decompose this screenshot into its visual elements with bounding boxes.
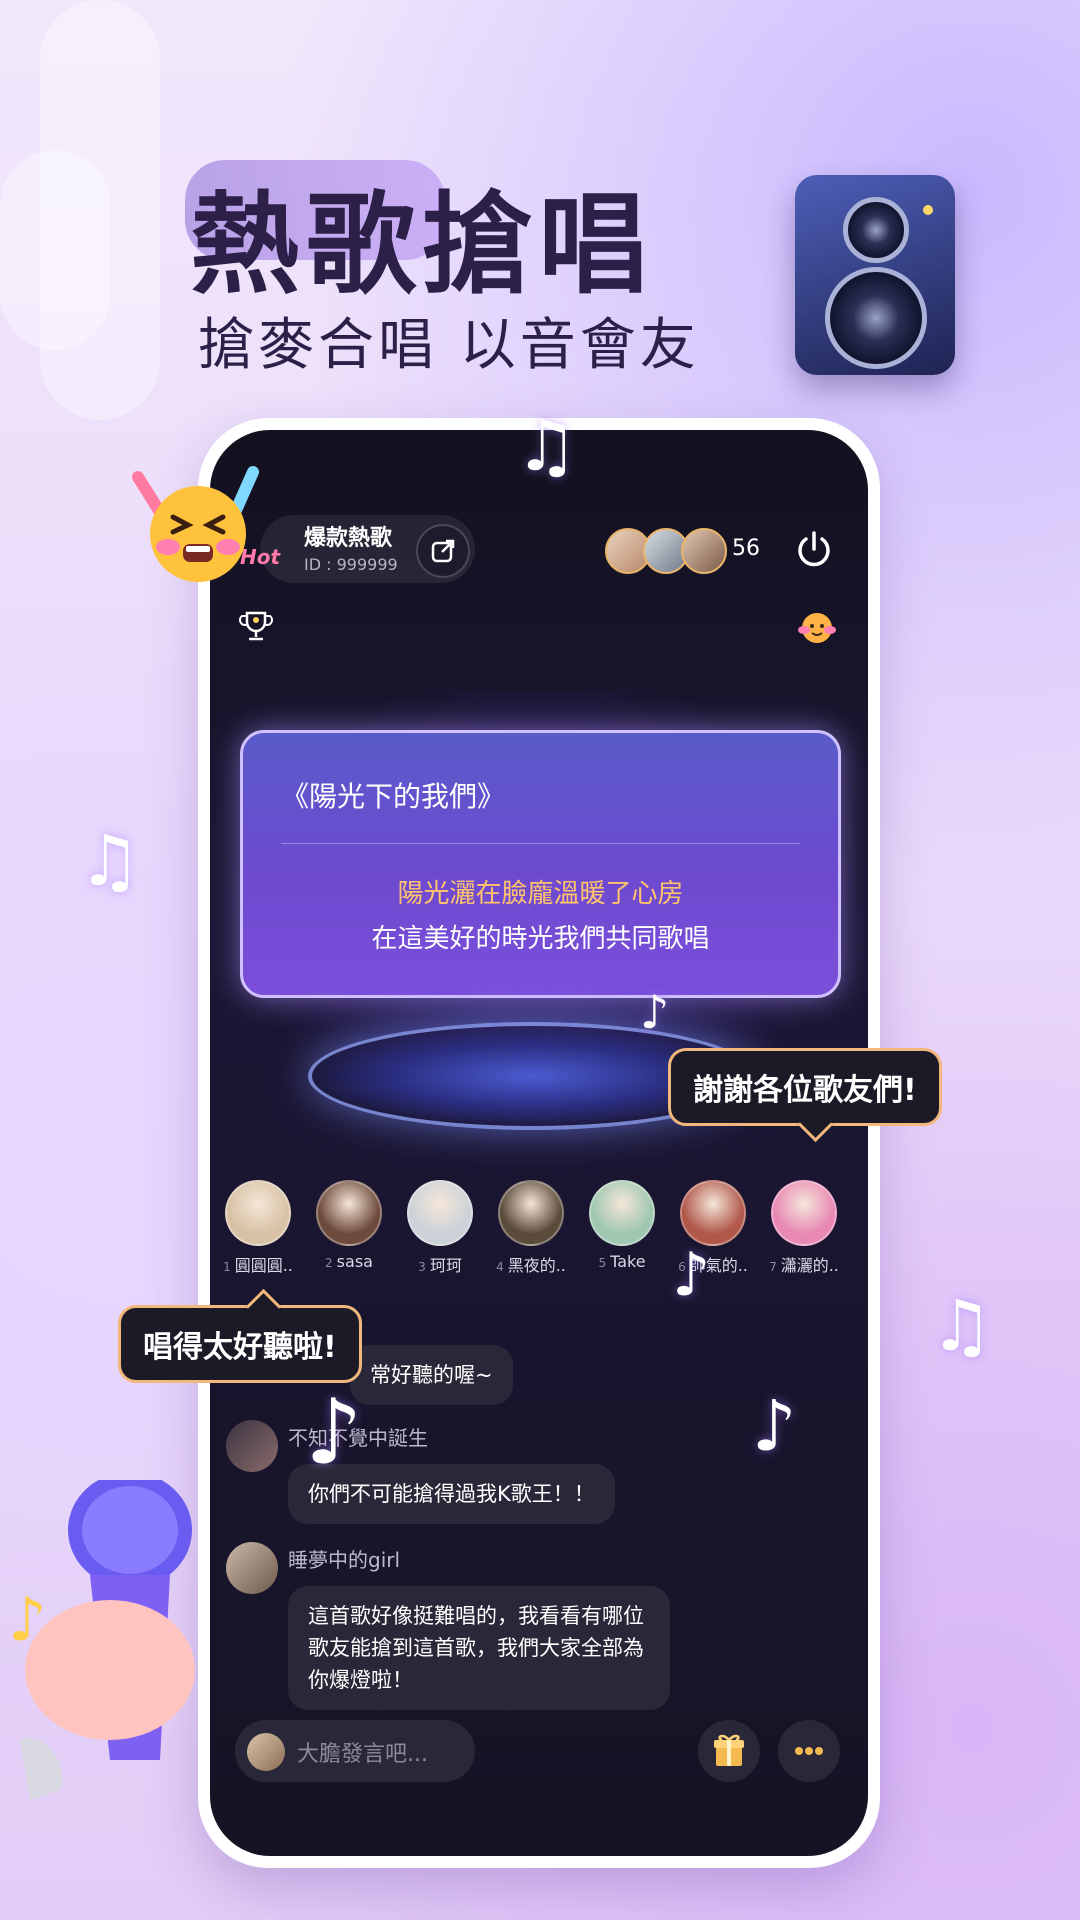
more-button[interactable] bbox=[778, 1720, 840, 1782]
speaker-icon bbox=[795, 175, 955, 375]
music-note-icon: ♪ bbox=[672, 1240, 711, 1310]
online-count: 56 bbox=[732, 536, 760, 561]
seat-number: 5 bbox=[598, 1256, 607, 1270]
microphone-icon: ♪ bbox=[8, 1480, 195, 1800]
seat-name: Take bbox=[610, 1252, 646, 1271]
power-icon bbox=[798, 531, 830, 567]
avatar bbox=[680, 1180, 746, 1246]
gift-icon bbox=[714, 1734, 744, 1766]
emoji-icon[interactable] bbox=[795, 606, 839, 646]
room-id: ID : 999999 bbox=[304, 555, 398, 574]
lyric-current-line: 陽光灑在臉龐溫暖了心房 bbox=[397, 879, 684, 909]
music-note-icon: ♪ bbox=[640, 985, 670, 1039]
avatar bbox=[247, 1733, 285, 1771]
chat-bubble: 常好聽的喔~ bbox=[350, 1345, 513, 1405]
callout-text: 唱得太好聽啦! bbox=[143, 1330, 337, 1365]
room-title: 爆款熱歌 bbox=[304, 526, 393, 551]
share-button[interactable] bbox=[416, 524, 470, 578]
music-note-icon: ♫ bbox=[930, 1285, 993, 1367]
share-icon bbox=[431, 539, 455, 563]
chat-bubble: 這首歌好像挺難唱的，我看看有哪位歌友能搶到這首歌，我們大家全部為你爆燈啦！ bbox=[288, 1586, 670, 1710]
mic-seat[interactable]: 5 Take bbox=[577, 1180, 667, 1271]
promo-headline: 熱歌搶唱 bbox=[190, 181, 654, 309]
callout-left: 唱得太好聽啦! bbox=[118, 1288, 362, 1383]
seat-number: 4 bbox=[496, 1260, 504, 1274]
seat-number: 2 bbox=[325, 1256, 333, 1270]
avatar bbox=[225, 1180, 291, 1246]
mic-seat[interactable]: 7 瀟灑的.. bbox=[759, 1180, 849, 1276]
phone-screen: Hot 爆款熱歌 ID : 999999 56 《陽光下的我們》 陽光灑在臉龐溫… bbox=[210, 430, 868, 1856]
seat-name: 黑夜的.. bbox=[507, 1256, 566, 1275]
seat-name: 圓圓圓.. bbox=[234, 1256, 293, 1275]
mic-seat[interactable]: 2 sasa bbox=[304, 1180, 394, 1271]
promo-subheadline: 搶麥合唱 以音會友 bbox=[198, 313, 700, 378]
music-note-icon: ♫ bbox=[515, 405, 578, 487]
exit-button[interactable] bbox=[790, 525, 838, 573]
seat-number: 1 bbox=[223, 1260, 231, 1274]
lyric-card: 《陽光下的我們》 陽光灑在臉龐溫暖了心房 在這美好的時光我們共同歌唱 bbox=[240, 730, 841, 998]
avatar bbox=[498, 1180, 564, 1246]
emoji-icon bbox=[132, 466, 259, 582]
callout-text: 謝謝各位歌友們! bbox=[693, 1073, 917, 1108]
music-note-icon: ♪ bbox=[752, 1385, 797, 1467]
more-icon bbox=[795, 1747, 823, 1755]
seat-number: 3 bbox=[418, 1260, 426, 1274]
music-note-icon: ♫ bbox=[78, 820, 141, 902]
avatar bbox=[681, 528, 727, 574]
mic-seat[interactable]: 3 珂珂 bbox=[395, 1180, 485, 1276]
mic-seat[interactable]: 4 黑夜的.. bbox=[486, 1180, 576, 1276]
gift-button[interactable] bbox=[698, 1720, 760, 1782]
seat-name: 珂珂 bbox=[429, 1256, 462, 1275]
chat-avatar[interactable] bbox=[226, 1420, 278, 1472]
seat-name: 瀟灑的.. bbox=[780, 1256, 839, 1275]
callout-right: 謝謝各位歌友們! bbox=[668, 1048, 942, 1143]
song-title: 《陽光下的我們》 bbox=[281, 780, 506, 813]
avatar bbox=[407, 1180, 473, 1246]
avatar bbox=[589, 1180, 655, 1246]
trophy-icon[interactable] bbox=[238, 608, 274, 644]
avatar bbox=[771, 1180, 837, 1246]
background-shape bbox=[0, 150, 110, 350]
mic-seat[interactable]: 1 圓圓圓.. bbox=[213, 1180, 303, 1276]
avatar bbox=[316, 1180, 382, 1246]
chat-username: 睡夢中的girl bbox=[288, 1548, 401, 1572]
mic-seats-row: 1 圓圓圓.. 2 sasa 3 珂珂 4 黑夜的.. 5 Take 6 帥氣的.. 7 瀟灑… bbox=[210, 1180, 868, 1275]
music-note-icon: ♪ bbox=[305, 1380, 363, 1485]
seat-number: 7 bbox=[769, 1260, 777, 1274]
seat-name: sasa bbox=[336, 1252, 373, 1271]
chat-input-placeholder: 大膽發言吧... bbox=[297, 1742, 428, 1767]
lyric-next-line: 在這美好的時光我們共同歌唱 bbox=[371, 924, 710, 954]
chat-input[interactable]: 大膽發言吧... bbox=[235, 1720, 475, 1782]
svg-text:♪: ♪ bbox=[8, 1585, 46, 1655]
lyric-divider bbox=[281, 843, 800, 844]
